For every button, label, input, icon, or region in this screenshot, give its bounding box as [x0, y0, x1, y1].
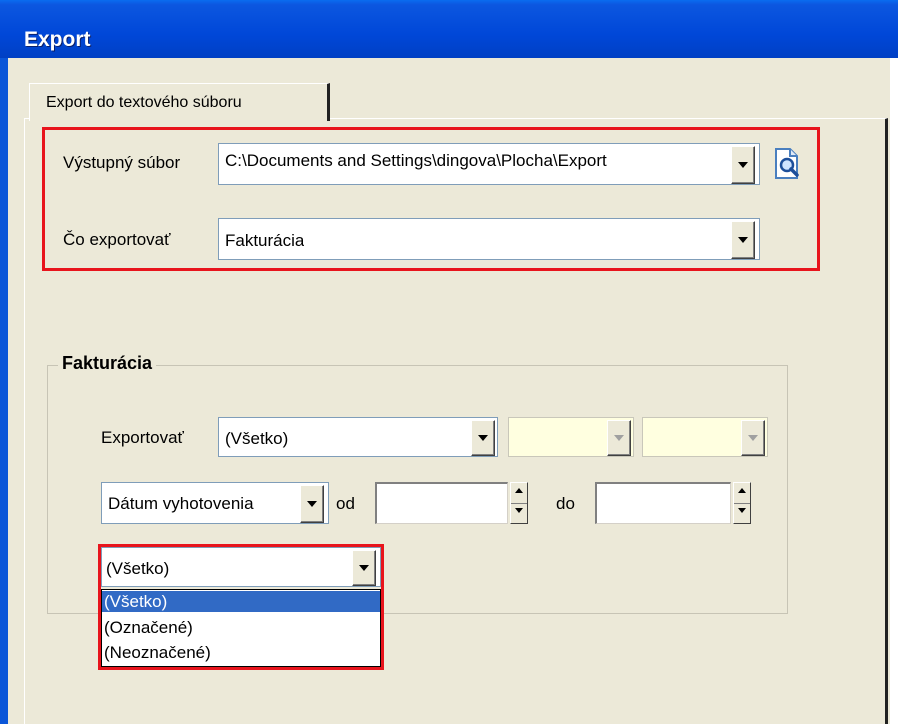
browse-magnifier-icon [775, 148, 799, 179]
list-item[interactable]: (Neoznačené) [102, 642, 380, 663]
marked-filter-combo[interactable]: (Všetko) [101, 547, 381, 587]
date-type-dropdown-button[interactable] [300, 485, 324, 523]
window-left-border [0, 58, 8, 724]
date-from-spinner[interactable] [510, 482, 528, 524]
output-file-value: C:\Documents and Settings\dingova\Plocha… [225, 151, 607, 170]
what-export-value: Fakturácia [225, 231, 305, 250]
what-export-label: Čo exportovať [63, 230, 171, 249]
list-item[interactable]: (Označené) [102, 617, 380, 638]
export-scope-value: (Všetko) [225, 429, 289, 448]
disabled-combo-1 [508, 417, 634, 457]
export-scope-combo[interactable]: (Všetko) [218, 417, 498, 457]
date-type-value: Dátum vyhotovenia [108, 494, 254, 513]
spin-up-arrow-icon[interactable] [511, 483, 527, 503]
group-title: Fakturácia [58, 353, 157, 374]
output-file-label: Výstupný súbor [63, 153, 181, 172]
window-title: Export [24, 28, 91, 51]
title-bar: Export [0, 0, 898, 58]
browse-button[interactable] [768, 143, 806, 183]
marked-filter-value: (Všetko) [106, 559, 170, 578]
date-from-input[interactable] [375, 482, 508, 524]
window-right-edge [890, 58, 898, 724]
what-export-dropdown-button[interactable] [731, 221, 755, 259]
spin-down-arrow-icon[interactable] [511, 503, 527, 524]
disabled-combo-1-dropdown [607, 420, 631, 456]
export-scope-dropdown-button[interactable] [471, 420, 495, 456]
what-export-combo[interactable]: Fakturácia [218, 218, 760, 260]
date-type-combo[interactable]: Dátum vyhotovenia [101, 482, 329, 524]
spin-up-arrow-icon[interactable] [734, 483, 750, 503]
export-filter-label: Exportovať [101, 428, 184, 447]
date-to-spinner[interactable] [733, 482, 751, 524]
marked-filter-dropdown-button[interactable] [352, 550, 376, 586]
marked-filter-list: (Všetko) (Označené) (Neoznačené) [101, 589, 381, 667]
spin-down-arrow-icon[interactable] [734, 503, 750, 524]
disabled-combo-2-dropdown [741, 420, 765, 456]
tab-export-text-file[interactable]: Export do textového súboru [29, 83, 330, 121]
disabled-combo-2 [642, 417, 768, 457]
date-to-label: do [556, 494, 575, 513]
date-to-input[interactable] [595, 482, 731, 524]
tab-label: Export do textového súboru [46, 94, 242, 111]
date-from-label: od [336, 494, 355, 513]
list-item[interactable]: (Všetko) [102, 591, 380, 612]
output-file-dropdown-button[interactable] [731, 146, 755, 184]
output-file-combo[interactable]: C:\Documents and Settings\dingova\Plocha… [218, 143, 760, 185]
